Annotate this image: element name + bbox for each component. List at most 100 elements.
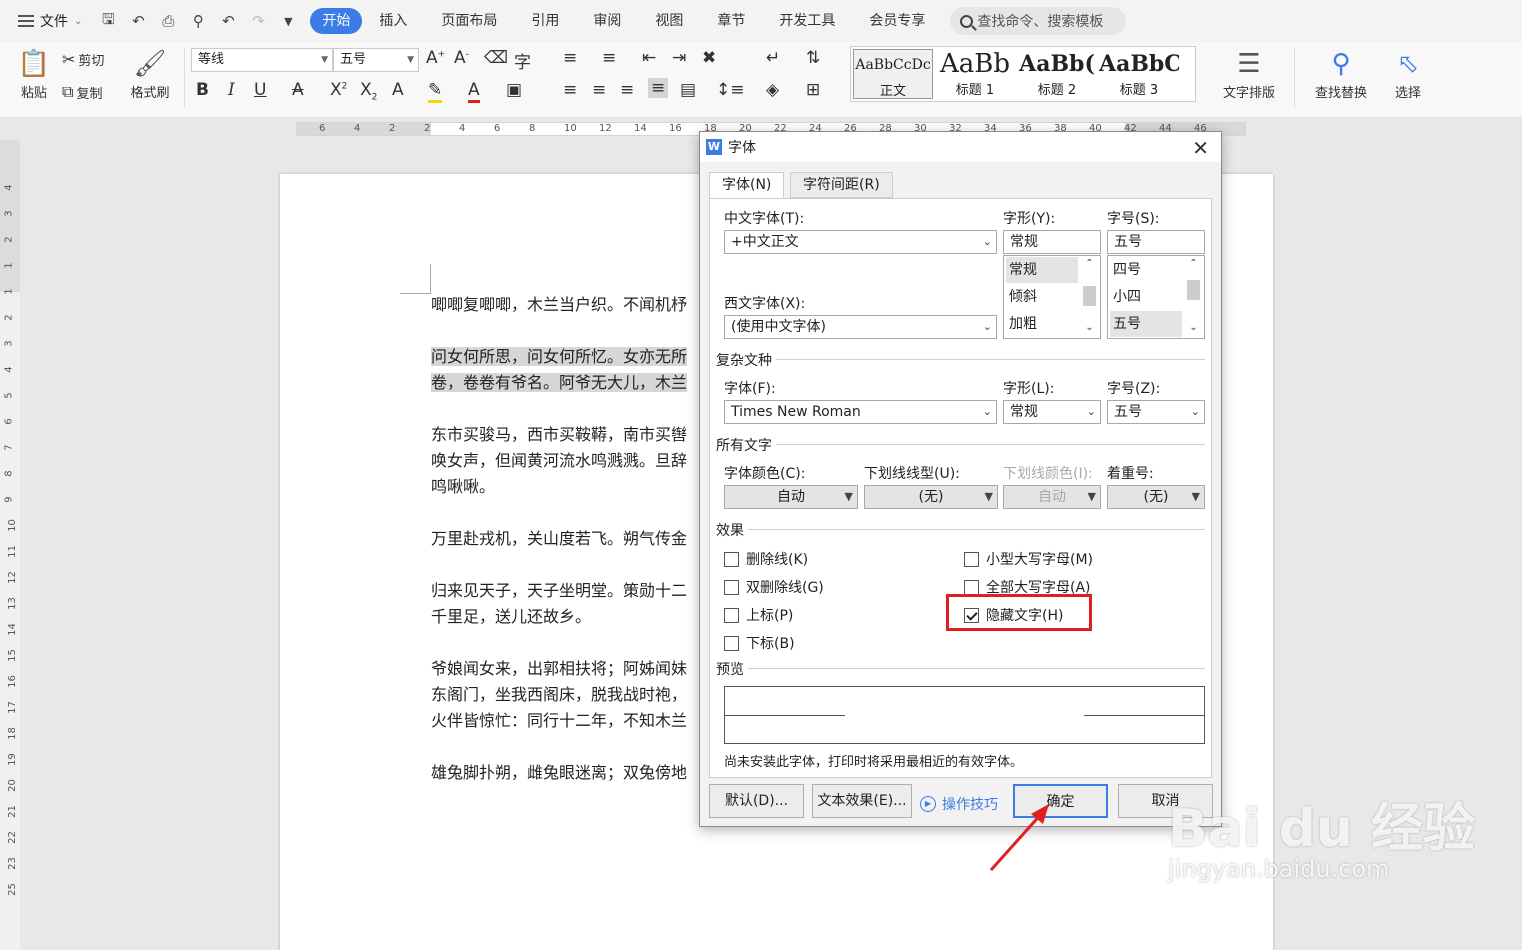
west-font-select[interactable]: (使用中文字体) ⌄	[724, 315, 997, 339]
list-item[interactable]: 加粗	[1006, 311, 1078, 337]
file-menu[interactable]: 文件 ⌄	[18, 6, 82, 36]
show-hide-icon[interactable]: ↵	[766, 48, 780, 68]
undo-icon[interactable]: ↶	[218, 12, 238, 30]
size-listbox[interactable]: ⌃ ⌄ 四号 小四 五号	[1107, 255, 1205, 339]
effect-checkbox[interactable]: 下标(B)	[724, 633, 795, 653]
tab-2[interactable]: 页面布局	[424, 8, 514, 34]
borders-icon[interactable]: ⊞	[806, 80, 820, 100]
document-line[interactable]: 东阁门，坐我西阁床，脱我战时袍，	[431, 682, 687, 708]
size-input[interactable]: 五号	[1107, 230, 1205, 254]
effect-checkbox[interactable]: 小型大写字母(M)	[964, 549, 1093, 569]
redo-icon[interactable]: ↷	[248, 12, 268, 30]
list-item[interactable]: 倾斜	[1006, 284, 1078, 310]
shrink-font-icon[interactable]: A-	[454, 48, 469, 68]
tab-4[interactable]: 审阅	[576, 8, 638, 34]
effect-checkbox[interactable]: 双删除线(G)	[724, 577, 824, 597]
checkbox-icon[interactable]	[964, 579, 979, 595]
tab-7[interactable]: 开发工具	[762, 8, 852, 34]
customize-icon[interactable]: ▼	[278, 15, 298, 28]
distributed-icon[interactable]: ▤	[680, 80, 696, 100]
print-icon[interactable]: ⎙	[158, 12, 178, 30]
bold-icon[interactable]: B	[196, 80, 209, 100]
document-line[interactable]: 问女何所思，问女何所忆。女亦无所	[431, 344, 688, 370]
tab-1[interactable]: 插入	[362, 8, 424, 34]
complex-size-select[interactable]: 五号 ⌄	[1107, 400, 1205, 424]
style-item[interactable]: AaBbC 标题 3	[1099, 49, 1179, 99]
scroll-thumb[interactable]	[1187, 280, 1200, 300]
cn-font-select[interactable]: +中文正文 ⌄	[724, 230, 997, 254]
chinese-layout-icon[interactable]: ✖	[702, 48, 716, 68]
tab-0[interactable]: 开始	[310, 8, 363, 34]
document-line[interactable]: 火伴皆惊忙：同行十二年，不知木兰	[431, 708, 687, 734]
font-color-select[interactable]: 自动 ▼	[724, 485, 858, 509]
dialog-titlebar[interactable]: W 字体 ✕	[700, 132, 1221, 162]
checkbox-icon[interactable]	[724, 551, 739, 567]
style-item[interactable]: AaBb 标题 1	[935, 49, 1015, 99]
align-center-icon[interactable]: ≡	[592, 80, 606, 100]
decrease-indent-icon[interactable]: ⇤	[642, 48, 656, 68]
default-button[interactable]: 默认(D)...	[709, 784, 804, 818]
document-line[interactable]: 雄兔脚扑朔，雌兔眼迷离；双兔傍地	[431, 760, 687, 786]
scroll-thumb[interactable]	[1083, 286, 1096, 306]
save-icon[interactable]: 🖫	[98, 9, 118, 34]
scroll-down-icon[interactable]: ⌄	[1081, 322, 1098, 336]
scroll-up-icon[interactable]: ⌃	[1081, 258, 1098, 272]
style-item[interactable]: AaBb(标题 2	[1017, 49, 1097, 99]
emphasis-select[interactable]: (无) ▼	[1107, 485, 1205, 509]
tab-8[interactable]: 会员专享	[852, 8, 942, 34]
italic-icon[interactable]: I	[228, 80, 235, 100]
document-line[interactable]: 东市买骏马，西市买鞍鞯，南市买辔	[431, 422, 687, 448]
checkbox-icon[interactable]	[724, 579, 739, 595]
font-name-select[interactable]: 等线 ▼	[191, 48, 333, 72]
superscript-icon[interactable]: X2	[330, 80, 347, 100]
style-item[interactable]: AaBbCcDc 正文	[853, 49, 933, 99]
select-button[interactable]: ⬁ 选择	[1384, 46, 1432, 101]
list-item[interactable]: 五号	[1110, 311, 1182, 337]
complex-style-select[interactable]: 常规 ⌄	[1003, 400, 1101, 424]
numbering-icon[interactable]: ≡	[602, 48, 616, 68]
justify-icon[interactable]: ≡	[648, 78, 669, 98]
char-border-icon[interactable]: ▣	[506, 80, 522, 100]
increase-indent-icon[interactable]: ⇥	[672, 48, 686, 68]
document-line[interactable]: 唧唧复唧唧，木兰当户织。不闻机杼	[431, 292, 687, 318]
document-line[interactable]: 万里赴戎机，关山度若飞。朔气传金	[431, 526, 687, 552]
format-painter-button[interactable]: 🖌 格式刷	[124, 46, 176, 101]
tab-6[interactable]: 章节	[700, 8, 762, 34]
phonetic-guide-icon[interactable]: 字	[514, 48, 531, 73]
find-replace-button[interactable]: ⚲ 查找替换	[1304, 46, 1378, 101]
highlight-icon[interactable]: ✎	[428, 80, 443, 103]
shading-icon[interactable]: ◈	[766, 80, 779, 100]
align-right-icon[interactable]: ≡	[620, 80, 634, 100]
underline-select[interactable]: (无) ▼	[864, 485, 998, 509]
effect-checkbox[interactable]: 删除线(K)	[724, 549, 808, 569]
font-size-select[interactable]: 五号 ▼	[333, 48, 419, 72]
checkbox-icon[interactable]	[724, 635, 739, 651]
tab-char-spacing[interactable]: 字符间距(R)	[790, 172, 893, 198]
document-line[interactable]: 鸣啾啾。	[431, 474, 495, 500]
scroll-up-icon[interactable]: ⌃	[1185, 258, 1202, 272]
redo-format-icon[interactable]: ↶	[128, 12, 148, 30]
bullets-icon[interactable]: ≡	[563, 48, 577, 68]
clear-format-icon[interactable]: ⌫	[484, 48, 508, 68]
underline-icon[interactable]: U	[254, 80, 266, 100]
checkbox-icon[interactable]	[964, 551, 979, 567]
paste-button[interactable]: 📋 粘贴	[12, 46, 56, 101]
line-spacing-icon[interactable]: ↕≡	[716, 80, 745, 100]
style-input[interactable]: 常规	[1003, 230, 1101, 254]
document-line[interactable]: 唤女声，但闻黄河流水鸣溅溅。旦辞	[431, 448, 687, 474]
close-icon[interactable]: ✕	[1192, 136, 1209, 160]
tab-3[interactable]: 引用	[514, 8, 576, 34]
complex-font-select[interactable]: Times New Roman ⌄	[724, 400, 997, 424]
scroll-down-icon[interactable]: ⌄	[1185, 322, 1202, 336]
print-preview-icon[interactable]: ⚲	[188, 12, 208, 30]
style-listbox[interactable]: ⌃ ⌄ 常规 倾斜 加粗	[1003, 255, 1101, 339]
subscript-icon[interactable]: X2	[360, 80, 377, 102]
text-effect-button[interactable]: 文本效果(E)...	[812, 784, 912, 818]
list-item[interactable]: 小四	[1110, 284, 1182, 310]
font-color-icon[interactable]: A	[468, 80, 480, 103]
checkbox-icon[interactable]	[724, 607, 739, 623]
tab-5[interactable]: 视图	[638, 8, 700, 34]
text-effect-icon[interactable]: A	[392, 80, 404, 100]
document-line[interactable]: 爷娘闻女来，出郭相扶将；阿姊闻妹	[431, 656, 687, 682]
document-line[interactable]: 归来见天子，天子坐明堂。策勋十二	[431, 578, 687, 604]
